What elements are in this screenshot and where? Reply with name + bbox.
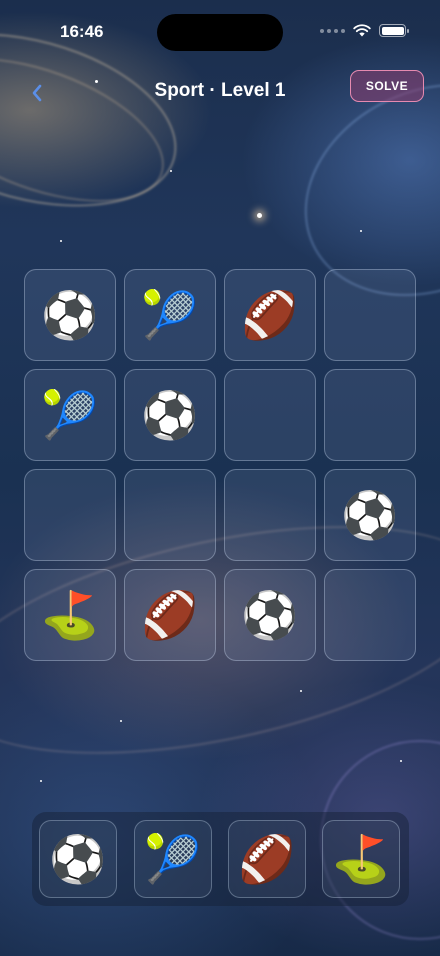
solve-button[interactable]: SOLVE: [350, 70, 424, 102]
tray-piece[interactable]: 🎾: [134, 820, 212, 898]
american-football-icon: 🏈: [238, 832, 296, 886]
soccer-ball-icon: ⚽: [49, 832, 107, 886]
board-cell[interactable]: ⚽: [224, 569, 316, 661]
board-cell-empty[interactable]: [224, 469, 316, 561]
soccer-ball-icon: ⚽: [141, 388, 199, 442]
board-cell[interactable]: ⚽: [124, 369, 216, 461]
board-cell[interactable]: 🎾: [124, 269, 216, 361]
board-cell-empty[interactable]: [224, 369, 316, 461]
soccer-ball-icon: ⚽: [41, 288, 99, 342]
board-cell-empty[interactable]: [324, 569, 416, 661]
tray-piece[interactable]: ⚽: [39, 820, 117, 898]
board-cell[interactable]: ⚽: [324, 469, 416, 561]
soccer-ball-icon: ⚽: [241, 588, 299, 642]
tray-piece[interactable]: 🏈: [228, 820, 306, 898]
tennis-ball-icon: 🎾: [141, 288, 199, 342]
signal-icon: [320, 28, 345, 33]
tennis-ball-icon: 🎾: [144, 832, 202, 886]
board-cell[interactable]: 🏈: [124, 569, 216, 661]
american-football-icon: 🏈: [141, 588, 199, 642]
board-cell[interactable]: ⛳: [24, 569, 116, 661]
status-bar: 16:46: [0, 0, 440, 56]
piece-tray: ⚽ 🎾 🏈 ⛳: [32, 812, 409, 906]
american-football-icon: 🏈: [241, 288, 299, 342]
board-cell-empty[interactable]: [324, 269, 416, 361]
soccer-ball-icon: ⚽: [341, 488, 399, 542]
tennis-ball-icon: 🎾: [41, 388, 99, 442]
board-cell-empty[interactable]: [324, 369, 416, 461]
board-cell-empty[interactable]: [24, 469, 116, 561]
wifi-icon: [353, 24, 371, 37]
board-cell[interactable]: 🎾: [24, 369, 116, 461]
board-cell[interactable]: 🏈: [224, 269, 316, 361]
battery-icon: [379, 24, 409, 37]
dynamic-island: [157, 14, 283, 51]
game-board: ⚽ 🎾 🏈 🎾 ⚽ ⚽ ⛳ 🏈 ⚽: [24, 269, 416, 661]
status-time: 16:46: [60, 22, 104, 41]
status-icons: [320, 24, 409, 37]
golf-flag-icon: ⛳: [332, 832, 390, 886]
board-cell[interactable]: ⚽: [24, 269, 116, 361]
board-cell-empty[interactable]: [124, 469, 216, 561]
golf-flag-icon: ⛳: [41, 588, 99, 642]
tray-piece[interactable]: ⛳: [322, 820, 400, 898]
